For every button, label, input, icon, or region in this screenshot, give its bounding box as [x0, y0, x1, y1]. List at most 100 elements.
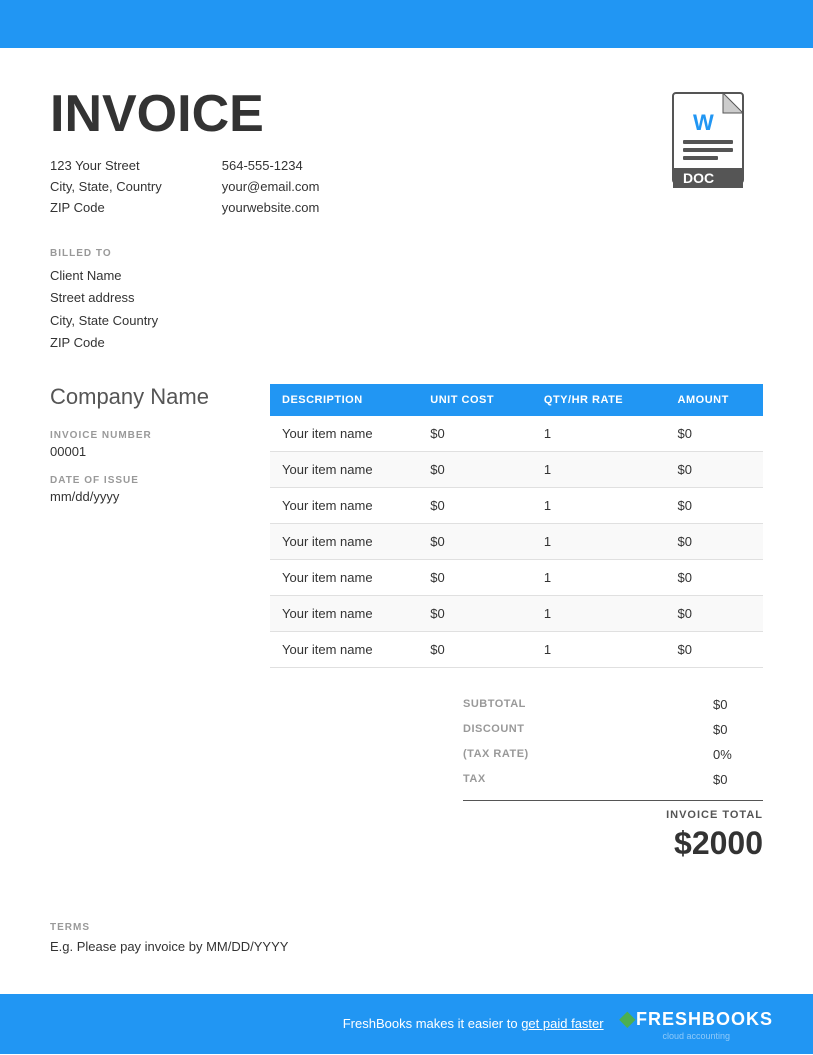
email: your@email.com — [222, 177, 320, 198]
invoice-number-value: 00001 — [50, 444, 240, 459]
billed-info: Client Name Street address City, State C… — [50, 265, 763, 353]
cell-amount: $0 — [666, 523, 763, 559]
bottom-bar: FreshBooks makes it easier to get paid f… — [0, 994, 813, 1054]
cell-description: Your item name — [270, 631, 418, 667]
table-row: Your item name $0 1 $0 — [270, 487, 763, 523]
cell-qty: 1 — [532, 559, 666, 595]
billed-to-label: BILLED TO — [50, 248, 763, 259]
freshbooks-logo: ◆FRESHBOOKS cloud accounting — [620, 1006, 773, 1041]
invoice-total-value: $2000 — [674, 825, 763, 862]
cell-description: Your item name — [270, 416, 418, 452]
cell-qty: 1 — [532, 595, 666, 631]
subtotal-value: $0 — [713, 697, 763, 712]
main-content: INVOICE 123 Your Street City, State, Cou… — [0, 48, 813, 994]
client-city-state: City, State Country — [50, 310, 763, 332]
cell-description: Your item name — [270, 595, 418, 631]
discount-value: $0 — [713, 722, 763, 737]
phone: 564-555-1234 — [222, 156, 320, 177]
svg-text:W: W — [693, 110, 714, 135]
col-qty: QTY/HR RATE — [532, 384, 666, 416]
invoice-title: INVOICE — [50, 88, 319, 140]
date-of-issue-label: DATE OF ISSUE — [50, 475, 240, 486]
terms-label: TERMS — [50, 922, 763, 933]
invoice-total-label: INVOICE TOTAL — [666, 809, 763, 821]
discount-row: DISCOUNT $0 — [463, 717, 763, 742]
subtotal-label: SUBTOTAL — [463, 698, 526, 710]
billed-section: BILLED TO Client Name Street address Cit… — [50, 248, 763, 353]
table-row: Your item name $0 1 $0 — [270, 523, 763, 559]
client-street: Street address — [50, 287, 763, 309]
freshbooks-brand: ◆FRESHBOOKS — [620, 1006, 773, 1031]
cell-description: Your item name — [270, 451, 418, 487]
invoice-number-block: INVOICE NUMBER 00001 — [50, 430, 240, 459]
street-address: 123 Your Street — [50, 156, 162, 177]
totals-section: SUBTOTAL $0 DISCOUNT $0 (TAX RATE) 0% TA… — [50, 692, 763, 862]
cell-amount: $0 — [666, 487, 763, 523]
discount-label: DISCOUNT — [463, 723, 524, 735]
footer-text: FreshBooks makes it easier to get paid f… — [343, 1016, 604, 1031]
cell-qty: 1 — [532, 523, 666, 559]
cell-amount: $0 — [666, 416, 763, 452]
cell-unit-cost: $0 — [418, 487, 532, 523]
tax-row: TAX $0 — [463, 767, 763, 792]
leaf-icon: ◆ — [620, 1008, 636, 1030]
invoice-header-left: INVOICE 123 Your Street City, State, Cou… — [50, 88, 319, 218]
date-of-issue-block: DATE OF ISSUE mm/dd/yyyy — [50, 475, 240, 504]
date-of-issue-value: mm/dd/yyyy — [50, 489, 240, 504]
col-description: DESCRIPTION — [270, 384, 418, 416]
contact-block: 564-555-1234 your@email.com yourwebsite.… — [222, 156, 320, 218]
tax-value: $0 — [713, 772, 763, 787]
header-section: INVOICE 123 Your Street City, State, Cou… — [50, 88, 763, 218]
cell-qty: 1 — [532, 631, 666, 667]
tax-rate-row: (TAX RATE) 0% — [463, 742, 763, 767]
company-and-table: Company Name INVOICE NUMBER 00001 DATE O… — [50, 384, 763, 668]
totals-table: SUBTOTAL $0 DISCOUNT $0 (TAX RATE) 0% TA… — [463, 692, 763, 862]
invoice-total-block: INVOICE TOTAL $2000 — [463, 809, 763, 862]
client-name: Client Name — [50, 265, 763, 287]
table-row: Your item name $0 1 $0 — [270, 451, 763, 487]
table-row: Your item name $0 1 $0 — [270, 595, 763, 631]
table-row: Your item name $0 1 $0 — [270, 416, 763, 452]
table-row: Your item name $0 1 $0 — [270, 631, 763, 667]
cell-unit-cost: $0 — [418, 559, 532, 595]
subtotal-row: SUBTOTAL $0 — [463, 692, 763, 717]
company-name: Company Name — [50, 384, 240, 410]
cell-description: Your item name — [270, 487, 418, 523]
city-state-address: City, State, Country — [50, 177, 162, 198]
cell-description: Your item name — [270, 523, 418, 559]
cell-unit-cost: $0 — [418, 631, 532, 667]
totals-divider — [463, 800, 763, 801]
table-row: Your item name $0 1 $0 — [270, 559, 763, 595]
tax-rate-value: 0% — [713, 747, 763, 762]
cell-qty: 1 — [532, 487, 666, 523]
cell-qty: 1 — [532, 416, 666, 452]
svg-text:DOC: DOC — [683, 170, 714, 186]
col-unit-cost: UNIT COST — [418, 384, 532, 416]
client-zip: ZIP Code — [50, 332, 763, 354]
invoice-table: DESCRIPTION UNIT COST QTY/HR RATE AMOUNT… — [270, 384, 763, 668]
doc-icon: W DOC — [663, 88, 763, 203]
tax-label: TAX — [463, 773, 486, 785]
terms-text: E.g. Please pay invoice by MM/DD/YYYY — [50, 939, 763, 954]
col-amount: AMOUNT — [666, 384, 763, 416]
address-section: 123 Your Street City, State, Country ZIP… — [50, 156, 319, 218]
cell-unit-cost: $0 — [418, 523, 532, 559]
cell-description: Your item name — [270, 559, 418, 595]
cell-unit-cost: $0 — [418, 595, 532, 631]
cell-unit-cost: $0 — [418, 416, 532, 452]
terms-section: TERMS E.g. Please pay invoice by MM/DD/Y… — [50, 922, 763, 954]
address-block: 123 Your Street City, State, Country ZIP… — [50, 156, 162, 218]
zip-address: ZIP Code — [50, 198, 162, 219]
cell-amount: $0 — [666, 595, 763, 631]
cell-qty: 1 — [532, 451, 666, 487]
table-header-row: DESCRIPTION UNIT COST QTY/HR RATE AMOUNT — [270, 384, 763, 416]
left-col: Company Name INVOICE NUMBER 00001 DATE O… — [50, 384, 240, 668]
footer-link[interactable]: get paid faster — [521, 1016, 603, 1031]
tax-rate-label: (TAX RATE) — [463, 748, 529, 760]
cell-amount: $0 — [666, 451, 763, 487]
cell-amount: $0 — [666, 559, 763, 595]
top-bar — [0, 0, 813, 48]
invoice-number-label: INVOICE NUMBER — [50, 430, 240, 441]
cell-amount: $0 — [666, 631, 763, 667]
website: yourwebsite.com — [222, 198, 320, 219]
